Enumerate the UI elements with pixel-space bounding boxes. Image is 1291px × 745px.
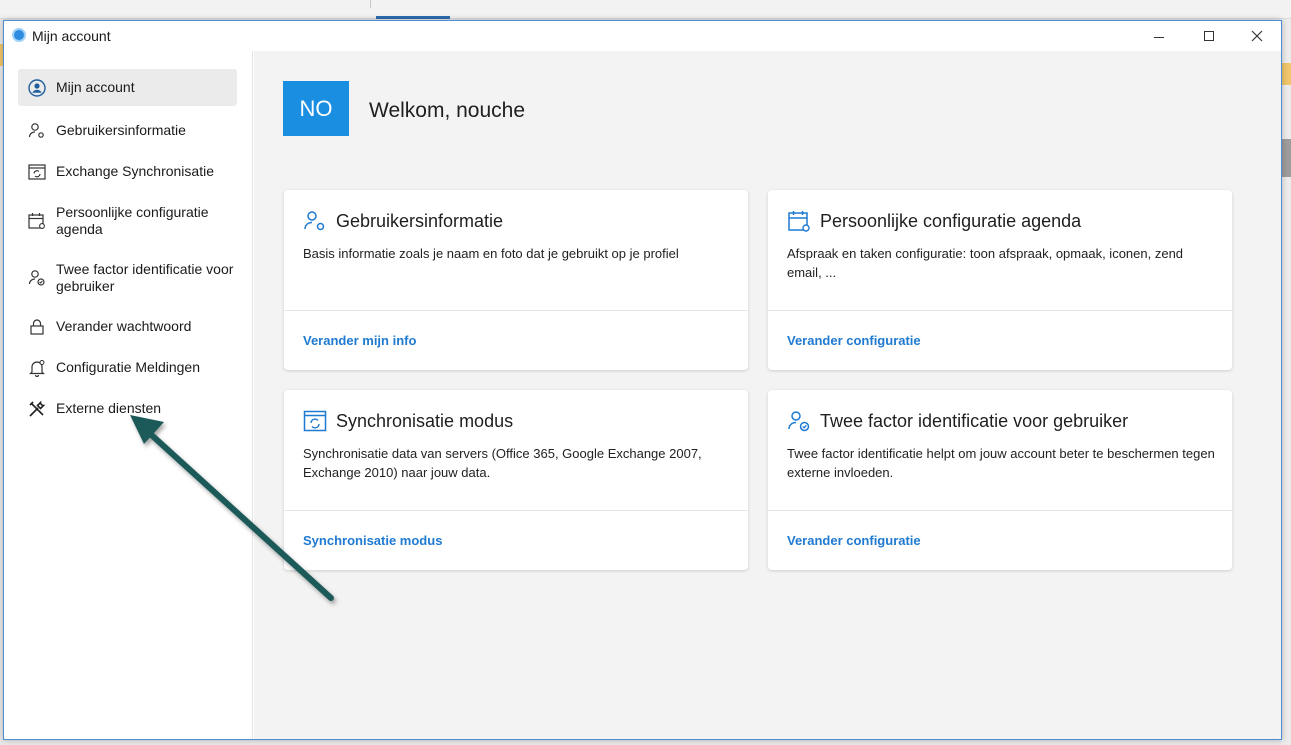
card-divider (284, 310, 748, 311)
main-content: NO Welkom, nouche Gebruikersinformatie B… (254, 51, 1281, 739)
verander-mijn-info-link[interactable]: Verander mijn info (303, 333, 416, 348)
sidebar-item-exchange-synchronisatie[interactable]: Exchange Synchronisatie (18, 163, 237, 183)
sidebar-item-label: Mijn account (56, 79, 135, 95)
synchronisatie-modus-link[interactable]: Synchronisatie modus (303, 533, 442, 548)
user-settings-icon (303, 209, 327, 233)
sidebar-item-mijn-account[interactable]: Mijn account (18, 69, 237, 106)
background-app-edge (1281, 19, 1291, 745)
background-app-toolbar (0, 0, 1291, 19)
window-title: Mijn account (32, 28, 111, 44)
card-synchronisatie-modus: Synchronisatie modus Synchronisatie data… (284, 390, 748, 570)
calendar-settings-icon (18, 204, 56, 230)
card-divider (284, 510, 748, 511)
sidebar-item-persoonlijke-configuratie-agenda[interactable]: Persoonlijke configuratie agenda (18, 204, 237, 240)
sidebar-item-label: Twee factor identificatie voor gebruiker (56, 261, 234, 294)
user-shield-icon (18, 261, 56, 287)
card-title: Synchronisatie modus (336, 411, 514, 431)
bell-settings-icon (18, 359, 56, 377)
card-description: Synchronisatie data van servers (Office … (303, 446, 702, 480)
minimize-icon (1154, 36, 1164, 38)
close-button[interactable] (1234, 21, 1280, 51)
card-title: Persoonlijke configuratie agenda (820, 211, 1082, 231)
account-window: Mijn account Mijn account Gebruikersinfo… (3, 20, 1282, 740)
sync-window-icon (18, 163, 56, 181)
sidebar-item-label: Configuratie Meldingen (56, 359, 200, 375)
user-settings-icon (18, 122, 56, 140)
sidebar-item-label: Exchange Synchronisatie (56, 163, 214, 179)
card-description: Twee factor identificatie helpt om jouw … (787, 446, 1215, 480)
verander-configuratie-link[interactable]: Verander configuratie (787, 333, 921, 348)
background-highlight (1281, 63, 1291, 85)
card-gebruikersinformatie: Gebruikersinformatie Basis informatie zo… (284, 190, 748, 370)
sidebar-item-label: Persoonlijke configuratie agenda (56, 204, 209, 237)
sidebar-item-label: Externe diensten (56, 400, 162, 416)
user-circle-icon (18, 79, 56, 97)
background-scroll-region (1281, 139, 1291, 177)
calendar-settings-icon (787, 209, 811, 233)
welcome-heading: Welkom, nouche (369, 99, 526, 122)
card-divider (768, 310, 1232, 311)
card-title: Twee factor identificatie voor gebruiker (820, 411, 1129, 431)
card-persoonlijke-configuratie-agenda: Persoonlijke configuratie agenda Afspraa… (768, 190, 1232, 370)
verander-configuratie-link[interactable]: Verander configuratie (787, 533, 921, 548)
card-twee-factor-identificatie: Twee factor identificatie voor gebruiker… (768, 390, 1232, 570)
tools-icon (18, 400, 56, 418)
user-shield-icon (787, 409, 811, 433)
sidebar-item-verander-wachtwoord[interactable]: Verander wachtwoord (18, 318, 237, 338)
avatar: NO (283, 81, 349, 136)
minimize-button[interactable] (1136, 21, 1182, 51)
card-description: Basis informatie zoals je naam en foto d… (303, 246, 679, 261)
close-icon (1251, 30, 1263, 42)
sync-window-icon (303, 409, 327, 433)
title-bar[interactable]: Mijn account (4, 21, 1281, 51)
card-description: Afspraak en taken configuratie: toon afs… (787, 246, 1184, 280)
sidebar: Mijn account Gebruikersinformatie Exchan… (4, 51, 253, 739)
lock-icon (18, 318, 56, 336)
app-icon (12, 28, 26, 42)
background-tab-indicator (376, 16, 450, 19)
card-title: Gebruikersinformatie (336, 211, 504, 231)
sidebar-item-gebruikersinformatie[interactable]: Gebruikersinformatie (18, 122, 237, 142)
sidebar-item-twee-factor-identificatie[interactable]: Twee factor identificatie voor gebruiker (18, 261, 237, 297)
card-divider (768, 510, 1232, 511)
sidebar-item-externe-diensten[interactable]: Externe diensten (18, 400, 237, 420)
sidebar-item-configuratie-meldingen[interactable]: Configuratie Meldingen (18, 359, 237, 379)
maximize-icon (1204, 31, 1214, 41)
background-divider (370, 0, 371, 8)
sidebar-item-label: Gebruikersinformatie (56, 122, 186, 138)
maximize-button[interactable] (1186, 21, 1232, 51)
sidebar-item-label: Verander wachtwoord (56, 318, 192, 334)
